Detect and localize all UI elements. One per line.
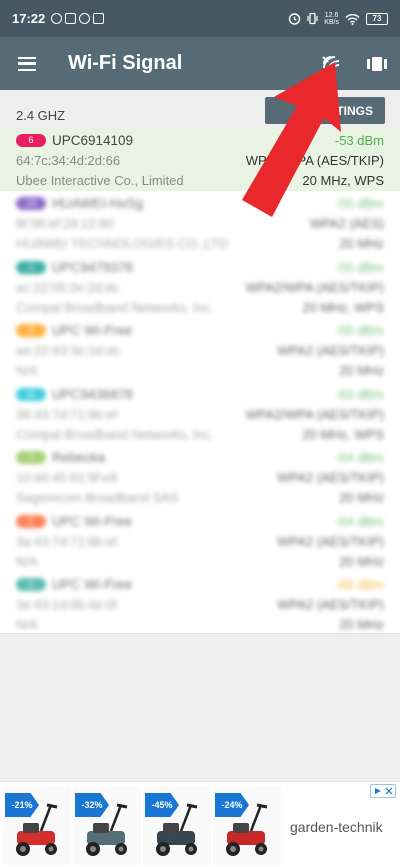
network-width: 20 MHz, WPS xyxy=(302,299,384,315)
notification-icon xyxy=(79,13,91,24)
channel-badge: 13 xyxy=(16,197,46,210)
network-ssid: UPC Wi-Free xyxy=(52,577,133,592)
network-width: 20 MHz xyxy=(339,617,384,632)
channel-badge: 6 xyxy=(16,324,46,337)
network-width: 20 MHz xyxy=(339,553,384,569)
notification-icon xyxy=(51,13,63,24)
wifi-status-icon xyxy=(345,13,360,25)
network-ssid: UPC9436878 xyxy=(52,386,134,402)
network-list-item[interactable]: 6 UPC6914109 -53 dBm 64:7c:34:4d:2d:66 WPA2/… xyxy=(0,127,400,191)
channel-badge: 1 xyxy=(16,260,46,274)
signal-strength: -64 dBm xyxy=(334,450,384,465)
network-bssid: 10:d4:45:81:9f:e8 xyxy=(16,470,118,485)
net-speed-value: 12.6 xyxy=(324,11,339,19)
signal-strength: -66 dBm xyxy=(334,577,384,592)
network-bssid: 38:43:7d:71:8b:ef xyxy=(16,406,118,422)
network-ssid: Rebecka xyxy=(52,450,106,465)
network-bssid: 64:7c:34:4d:2d:66 xyxy=(16,152,121,168)
network-list-item[interactable]: 1 UPC9479378 -55 dBm ac:22:05:2e:2d:dc WPA2/… xyxy=(0,254,400,318)
view-toggle-icon[interactable] xyxy=(354,37,400,90)
app-bar-actions xyxy=(308,37,400,90)
network-list: 6 UPC6914109 -53 dBm 64:7c:34:4d:2d:66 WPA2/… xyxy=(0,127,400,635)
settings-button[interactable]: SETTINGS xyxy=(265,97,385,124)
network-security: WPA2/WPA (AES/TKIP) xyxy=(245,406,384,422)
network-width: 20 MHz xyxy=(339,490,384,505)
network-security: WPA2 (AES/TKIP) xyxy=(277,533,384,549)
network-security: WPA2 (AES) xyxy=(309,216,384,231)
network-vendor: Compal Broadband Networks, Inc. xyxy=(16,426,214,442)
status-bar: 17:22 12.6 KB/s 73 xyxy=(0,0,400,37)
channel-badge: 1 xyxy=(16,578,46,591)
status-time: 17:22 xyxy=(12,11,46,26)
network-bssid: ac:22:05:2e:2d:dc xyxy=(16,279,120,295)
network-vendor: N/A xyxy=(16,363,38,378)
network-ssid: UPC Wi-Free xyxy=(52,323,133,338)
ad-product-tile[interactable]: -21% xyxy=(3,787,71,865)
alarm-icon xyxy=(289,13,301,25)
network-vendor: Compal Broadband Networks, Inc. xyxy=(16,299,214,315)
signal-strength: -63 dBm xyxy=(334,386,384,402)
network-list-item[interactable]: 1 Rebecka -64 dBm 10:d4:45:81:9f:e8 WPA2 (AE… xyxy=(0,445,400,509)
ad-product-tile[interactable]: -45% xyxy=(143,787,211,865)
channel-badge: 1 xyxy=(16,451,46,464)
channel-badge: 11 xyxy=(16,387,46,401)
network-list-item[interactable]: 13 HUAWEI-HxSg -55 dBm f8:98:ef:29:12:80 WPA… xyxy=(0,191,400,255)
hamburger-menu-icon[interactable] xyxy=(0,37,54,90)
signal-strength: -55 dBm xyxy=(334,196,384,211)
network-security: WPA2 (AES/TKIP) xyxy=(277,343,384,358)
band-label: 2.4 GHZ xyxy=(16,108,66,123)
notification-icons xyxy=(51,13,105,24)
network-bssid: ae:22:93:3e:2d:dc xyxy=(16,343,121,358)
net-speed-unit: KB/s xyxy=(324,18,339,26)
band-header: 2.4 GHZ SETTINGS xyxy=(0,90,400,127)
network-security: WPA2/WPA (AES/TKIP) xyxy=(245,279,384,295)
net-speed: 12.6 KB/s xyxy=(324,12,339,26)
network-list-item[interactable]: 6 UPC Wi-Free -55 dBm ae:22:93:3e:2d:dc WPA2… xyxy=(0,318,400,382)
app-title: Wi-Fi Signal xyxy=(68,52,183,74)
network-ssid: UPC Wi-Free xyxy=(52,513,133,529)
network-vendor: HUAWEI TECHNOLOGIES CO.,LTD xyxy=(16,236,229,251)
network-list-item[interactable]: 1 UPC Wi-Free -64 dBm 3a:43:7d:71:8b:ef WPA2… xyxy=(0,508,400,572)
notification-icon xyxy=(65,13,77,24)
channel-badge: 6 xyxy=(16,133,46,147)
signal-strength: -53 dBm xyxy=(334,132,384,148)
network-width: 20 MHz, WPS xyxy=(302,172,384,188)
signal-strength: -64 dBm xyxy=(334,513,384,529)
network-security: WPA2 (AES/TKIP) xyxy=(277,470,384,485)
ad-product-tile[interactable]: -24% xyxy=(213,787,281,865)
network-bssid: 3e:43:1d:6b:4e:0f xyxy=(16,597,118,612)
network-vendor: Ubee Interactive Co., Limited xyxy=(16,172,184,188)
network-vendor: N/A xyxy=(16,553,38,569)
battery-icon: 73 xyxy=(366,12,388,25)
network-bssid: 3a:43:7d:71:8b:ef xyxy=(16,533,118,549)
network-security: WPA2 (AES/TKIP) xyxy=(277,597,384,612)
ad-product-tile[interactable]: -32% xyxy=(73,787,141,865)
network-ssid: HUAWEI-HxSg xyxy=(52,196,144,211)
empty-list-area xyxy=(0,633,400,781)
network-ssid: UPC6914109 xyxy=(52,132,134,148)
app-bar: Wi-Fi Signal xyxy=(0,37,400,90)
signal-strength: -55 dBm xyxy=(334,259,384,275)
network-ssid: UPC9479378 xyxy=(52,259,134,275)
network-vendor: Sagemcom Broadband SAS xyxy=(16,490,179,505)
network-width: 20 MHz xyxy=(339,363,384,378)
signal-strength: -55 dBm xyxy=(334,323,384,338)
network-width: 20 MHz xyxy=(339,236,384,251)
status-right: 12.6 KB/s 73 xyxy=(288,12,388,26)
image-icon xyxy=(93,13,105,24)
ad-banner: -21% -32% -45% -24% garden-technik xyxy=(0,781,400,867)
network-list-item[interactable]: 11 UPC9436878 -63 dBm 38:43:7d:71:8b:ef WPA2… xyxy=(0,381,400,445)
ad-choices-icon[interactable] xyxy=(370,784,396,798)
network-bssid: f8:98:ef:29:12:80 xyxy=(16,216,114,231)
network-security: WPA2/WPA (AES/TKIP) xyxy=(245,152,384,168)
network-width: 20 MHz, WPS xyxy=(302,426,384,442)
network-vendor: N/A xyxy=(16,617,38,632)
wifi-scan-icon[interactable] xyxy=(308,37,354,90)
channel-badge: 1 xyxy=(16,514,46,528)
vibrate-icon xyxy=(307,12,318,25)
network-list-item[interactable]: 1 UPC Wi-Free -66 dBm 3e:43:1d:6b:4e:0f WPA2… xyxy=(0,572,400,636)
ad-brand[interactable]: garden-technik xyxy=(290,819,383,835)
